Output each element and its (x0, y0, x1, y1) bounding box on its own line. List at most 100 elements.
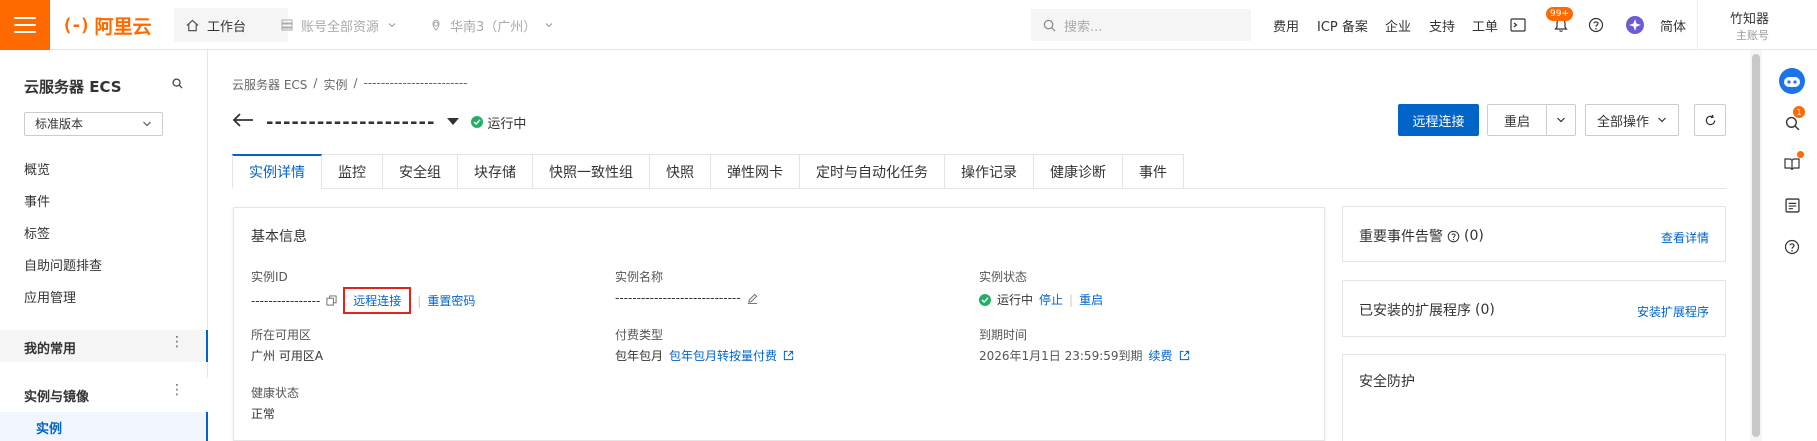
docs-tool-icon[interactable] (1779, 151, 1805, 177)
sidebar-item-events[interactable]: 事件 (24, 191, 50, 210)
breadcrumb-sep: / (313, 76, 318, 90)
enterprise-link[interactable]: 企业 (1385, 16, 1411, 35)
user-menu[interactable]: 竹知器 主账号 (1697, 0, 1817, 50)
checklist-tool-icon[interactable] (1779, 192, 1805, 218)
scrollbar-thumb[interactable] (1752, 54, 1760, 437)
global-search-input[interactable]: 搜索... (1031, 9, 1251, 41)
view-details-link[interactable]: 查看详情 (1661, 229, 1709, 246)
tab-bar: 实例详情 监控 安全组 块存储 快照一致性组 快照 弹性网卡 定时与自动化任务 … (232, 154, 1726, 189)
billing-type-label: 付费类型 (615, 328, 664, 342)
install-extension-link[interactable]: 安装扩展程序 (1637, 303, 1709, 320)
tab-monitoring[interactable]: 监控 (322, 154, 383, 189)
instance-name-label: 实例名称 (615, 270, 664, 284)
refresh-icon (1705, 114, 1715, 125)
tab-events[interactable]: 事件 (1123, 154, 1184, 189)
tab-block-storage[interactable]: 块存储 (458, 154, 533, 189)
workbench-button[interactable]: 工作台 (174, 8, 288, 42)
sidebar-item-instances[interactable]: 实例 (0, 412, 208, 441)
page-title-row: -------------------- 运行中 (232, 108, 526, 136)
search-icon (1043, 19, 1056, 31)
sidebar-item-tags[interactable]: 标签 (24, 223, 50, 242)
reset-password-link[interactable]: 重置密码 (427, 292, 475, 309)
search-tool-icon[interactable]: 1 (1779, 106, 1805, 136)
region-dropdown[interactable]: 华南3（广州） (430, 8, 554, 42)
expire-time-label: 到期时间 (979, 328, 1028, 342)
breadcrumb-ecs[interactable]: 云服务器 ECS (232, 76, 307, 93)
restart-dropdown-button[interactable] (1546, 104, 1576, 136)
account-scope-dropdown[interactable]: 账号全部资源 (281, 8, 397, 42)
stop-link[interactable]: 停止 (1039, 291, 1063, 308)
extensions-label: 已安装的扩展程序 (1359, 303, 1471, 319)
chevron-down-icon (388, 23, 396, 28)
tab-security-group[interactable]: 安全组 (383, 154, 458, 189)
expire-time-row: 2026年1月1日 23:59:59到期 续费 (979, 347, 1190, 364)
external-link-icon[interactable] (1179, 350, 1190, 361)
restart-link[interactable]: 重启 (1079, 291, 1103, 308)
chevron-down-icon (1658, 117, 1666, 123)
instance-state-label: 实例状态 (979, 270, 1028, 284)
tab-eni[interactable]: 弹性网卡 (711, 154, 800, 189)
sidebar-section-instances[interactable]: 实例与镜像 ⋮ (0, 378, 208, 410)
sidebar-item-app-management[interactable]: 应用管理 (24, 287, 76, 306)
notification-badge: 99+ (1546, 7, 1573, 21)
instance-status: 运行中 (471, 113, 526, 132)
tab-snapshot-consistency-group[interactable]: 快照一致性组 (533, 154, 650, 189)
cloud-shell-icon[interactable] (1507, 14, 1529, 36)
language-switch[interactable]: 简体 (1660, 16, 1686, 35)
tab-operation-logs[interactable]: 操作记录 (945, 154, 1034, 189)
menu-button[interactable] (0, 0, 50, 50)
health-status-value: 正常 (251, 407, 276, 421)
aliyun-logo[interactable]: (-) 阿里云 (62, 12, 152, 38)
billing-type-value: 包年包月 (615, 349, 664, 363)
account-scope-label: 账号全部资源 (301, 19, 380, 35)
sidebar-search-icon[interactable] (172, 78, 183, 93)
tab-snapshots[interactable]: 快照 (650, 154, 711, 189)
more-vertical-icon[interactable]: ⋮ (170, 334, 184, 350)
help-tool-icon[interactable] (1779, 234, 1805, 260)
ai-assistant-icon[interactable] (1624, 14, 1646, 36)
icp-link[interactable]: ICP 备案 (1317, 16, 1368, 35)
help-icon[interactable] (1447, 230, 1460, 243)
chevron-down-icon (545, 23, 553, 28)
edit-icon[interactable] (747, 293, 758, 304)
chevron-down-icon (143, 121, 151, 127)
convert-billing-link[interactable]: 包年包月转按量付费 (669, 347, 777, 364)
copy-icon[interactable] (326, 295, 337, 306)
logo-mark-icon: (-) (62, 14, 90, 36)
remote-connect-button[interactable]: 远程连接 (1398, 104, 1479, 136)
all-operations-dropdown[interactable]: 全部操作 (1585, 104, 1679, 136)
renew-link[interactable]: 续费 (1149, 347, 1173, 364)
version-select-value: 标准版本 (35, 117, 84, 131)
sidebar-item-self-troubleshoot[interactable]: 自助问题排查 (24, 255, 102, 274)
support-link[interactable]: 支持 (1429, 16, 1455, 35)
instance-id-value: ---------------- (251, 293, 321, 308)
caret-down-icon[interactable] (447, 115, 460, 130)
robot-assistant-icon[interactable] (1777, 66, 1807, 96)
tab-instance-details[interactable]: 实例详情 (232, 154, 322, 189)
tab-health-diagnosis[interactable]: 健康诊断 (1034, 154, 1123, 189)
billing-type-row: 包年包月 包年包月转按量付费 (615, 347, 794, 364)
ticket-link[interactable]: 工单 (1472, 16, 1498, 35)
restart-button-label: 重启 (1503, 114, 1530, 130)
back-arrow-icon[interactable] (232, 111, 254, 133)
restart-button[interactable]: 重启 (1487, 104, 1547, 136)
page-title: -------------------- (266, 111, 436, 133)
sidebar-section-favorites[interactable]: 我的常用 ⋮ (0, 330, 208, 362)
security-protection-card: 安全防护 (1342, 354, 1726, 441)
remote-connect-link[interactable]: 远程连接 (343, 287, 412, 314)
left-sidebar: 云服务器 ECS 标准版本 概览 事件 标签 自助问题排查 应用管理 我的常用 … (0, 50, 208, 441)
tab-scheduled-tasks[interactable]: 定时与自动化任务 (800, 154, 945, 189)
basic-info-card: 基本信息 实例ID ---------------- 远程连接 | 重置密码 实… (233, 207, 1325, 441)
billing-link[interactable]: 费用 (1273, 16, 1299, 35)
external-link-icon[interactable] (783, 350, 794, 361)
refresh-button[interactable] (1694, 104, 1726, 136)
help-icon[interactable] (1585, 14, 1607, 36)
sidebar-item-overview[interactable]: 概览 (24, 159, 50, 178)
extensions-card: 已安装的扩展程序 (0) 安装扩展程序 (1342, 280, 1726, 337)
events-alert-count: (0) (1464, 228, 1484, 244)
breadcrumb-instances[interactable]: 实例 (323, 76, 347, 93)
more-vertical-icon[interactable]: ⋮ (170, 382, 184, 398)
search-placeholder: 搜索... (1064, 19, 1103, 35)
page-scrollbar[interactable] (1750, 50, 1762, 441)
version-select[interactable]: 标准版本 (24, 112, 163, 136)
